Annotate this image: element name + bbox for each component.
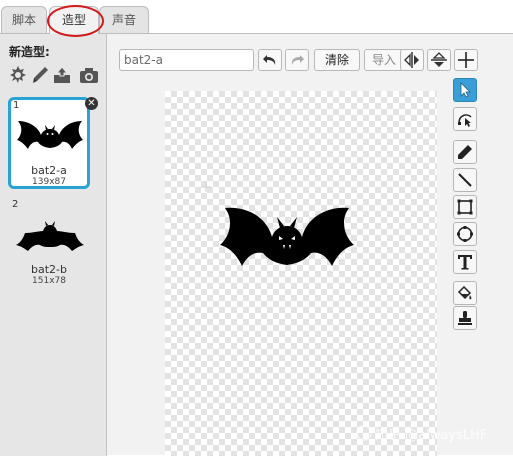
ellipse-tool[interactable] [453, 222, 477, 246]
pencil-tool[interactable] [453, 140, 477, 164]
new-costume-title: 新造型: [9, 45, 50, 59]
select-tool[interactable] [453, 78, 477, 102]
reshape-tool[interactable] [453, 107, 477, 131]
fill-icon [457, 285, 472, 300]
highlight-circle [47, 5, 104, 37]
stamp-tool[interactable] [453, 306, 477, 330]
clear-button[interactable]: 清除 [314, 49, 360, 71]
rectangle-tool[interactable] [453, 195, 477, 219]
redo-icon [291, 55, 304, 65]
drawing-canvas[interactable] [165, 91, 437, 456]
tab-scripts[interactable]: 脚本 [1, 6, 47, 33]
set-center-button[interactable] [454, 49, 478, 71]
reshape-icon [458, 114, 472, 127]
line-tool[interactable] [453, 168, 477, 192]
costume-name: bat2-b [31, 263, 67, 276]
rectangle-icon [457, 199, 473, 215]
text-tool[interactable] [453, 250, 477, 274]
costume-size: 139x87 [32, 177, 66, 187]
pencil-icon [458, 145, 472, 159]
sprite-library-icon[interactable] [8, 65, 28, 85]
upload-icon[interactable] [52, 65, 72, 85]
costume-number: 2 [12, 199, 19, 210]
stamp-icon [458, 311, 472, 325]
bat-thumbnail-b [16, 221, 84, 251]
undo-button[interactable] [258, 49, 282, 71]
bat-thumbnail-a [17, 121, 83, 149]
tab-sounds[interactable]: 声音 [99, 6, 149, 33]
camera-icon[interactable] [79, 65, 99, 85]
costume-name: bat2-a [31, 164, 67, 177]
line-icon [458, 173, 472, 187]
paint-brush-icon[interactable] [30, 65, 50, 85]
watermark-logo-icon [356, 425, 372, 441]
watermark-text: 知乎 @alwaysLHF [375, 428, 488, 443]
redo-button[interactable] [285, 49, 309, 71]
import-button[interactable]: 导入 [364, 49, 404, 71]
flip-vertical-icon [431, 52, 447, 67]
flip-horizontal-button[interactable] [400, 49, 424, 71]
text-icon [458, 255, 472, 270]
costume-item-2[interactable]: 2 bat2-b 151x78 [8, 197, 90, 289]
costume-size: 151x78 [32, 276, 66, 286]
costume-list-panel: 新造型: 1 bat2-a 139x87 ✕ 2 bat2-b 151x78 [0, 34, 107, 456]
costume-number: 1 [13, 100, 20, 111]
flip-vertical-button[interactable] [427, 49, 451, 71]
select-icon [460, 82, 471, 98]
costume-name-input[interactable] [119, 49, 254, 71]
undo-icon [263, 55, 276, 65]
bat-costume-drawing [220, 207, 354, 266]
tab-bar: 脚本 造型 声音 [0, 0, 513, 37]
ellipse-icon [457, 226, 473, 242]
costume-item-1[interactable]: 1 bat2-a 139x87 [8, 97, 90, 189]
flip-horizontal-icon [404, 52, 419, 68]
costume-editor-area: 新造型: 1 bat2-a 139x87 ✕ 2 bat2-b 151x78 b… [0, 33, 513, 456]
delete-costume-button[interactable]: ✕ [85, 97, 98, 110]
set-center-icon [458, 52, 474, 68]
fill-tool[interactable] [453, 281, 477, 305]
center-crosshair-icon [201, 182, 211, 192]
